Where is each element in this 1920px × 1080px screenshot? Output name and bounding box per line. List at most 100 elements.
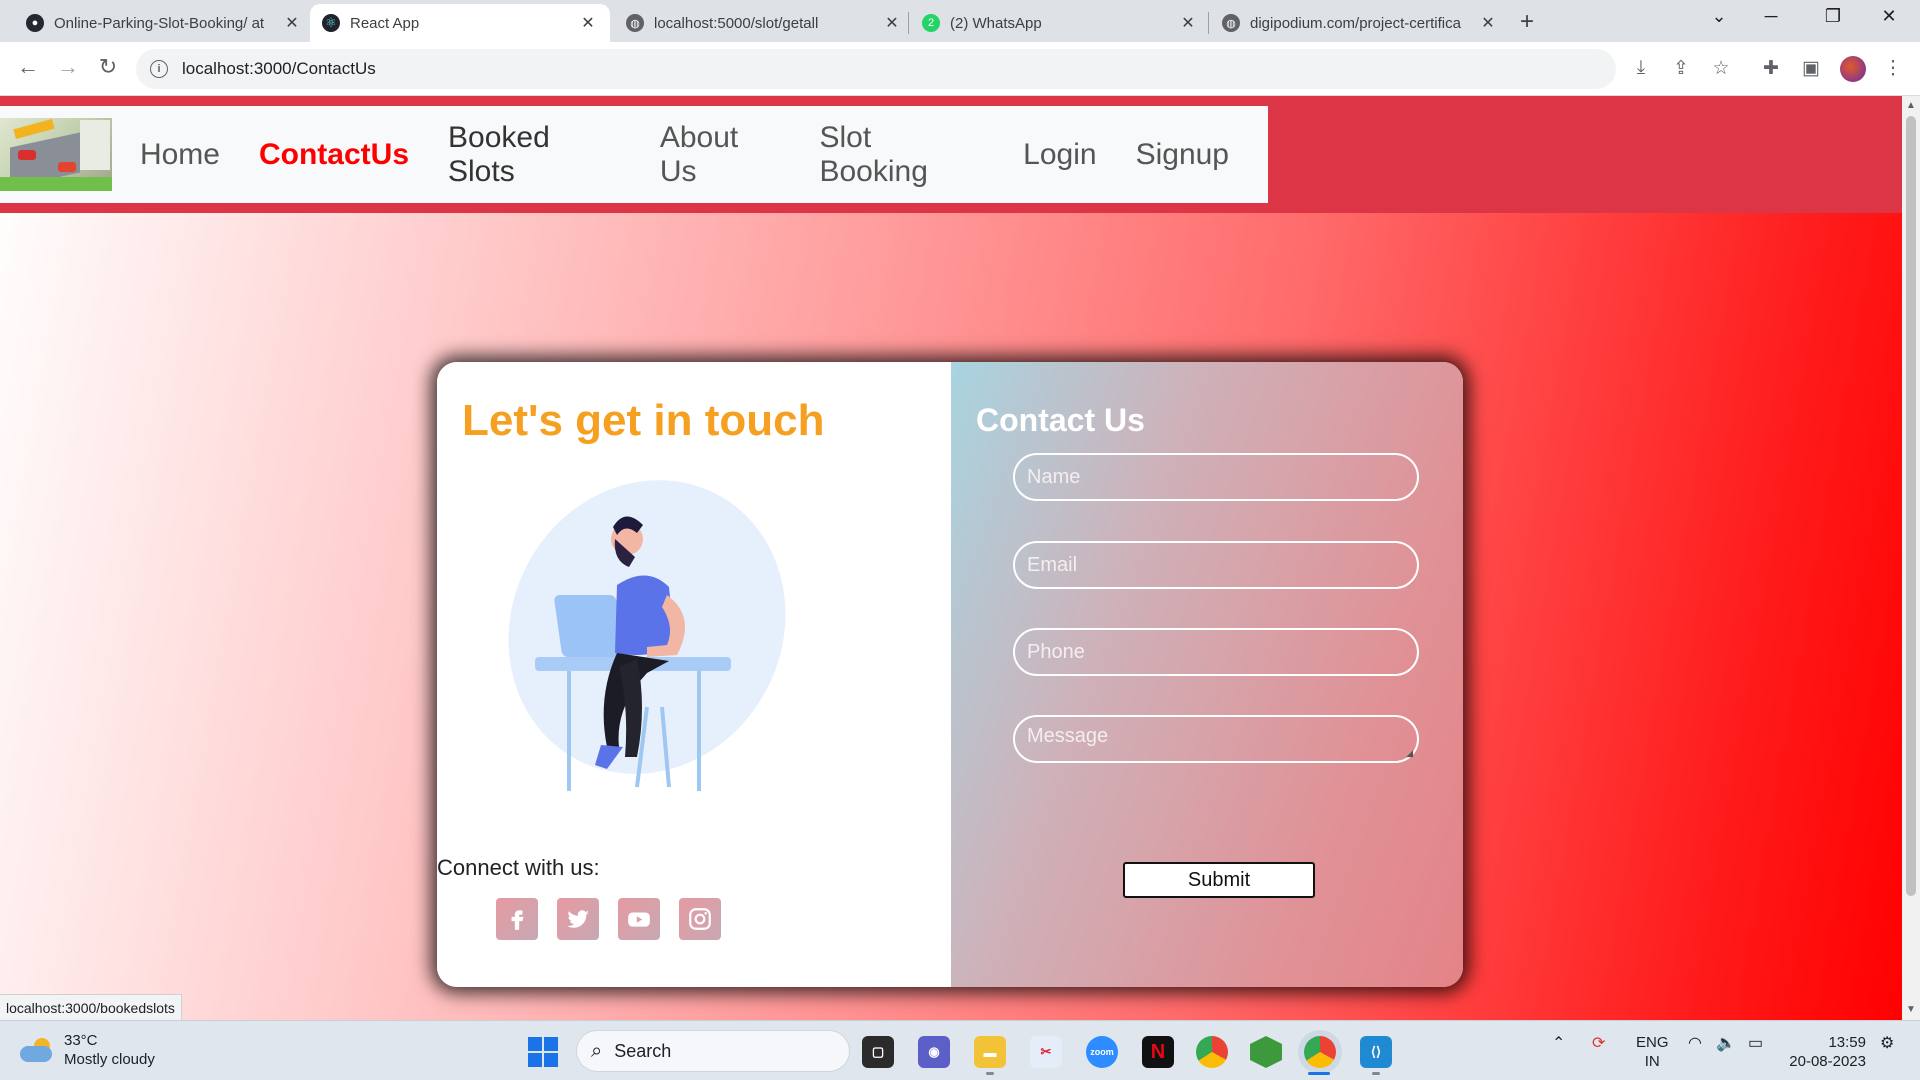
sync-icon[interactable]: ⟳ (1592, 1033, 1605, 1053)
tab-whatsapp[interactable]: 2 (2) WhatsApp ✕ (910, 4, 1210, 42)
wifi-icon[interactable]: ◠ (1688, 1033, 1702, 1053)
scrollbar-thumb[interactable] (1906, 116, 1916, 896)
close-icon[interactable]: ✕ (1178, 13, 1198, 33)
profile-avatar[interactable] (1840, 56, 1866, 82)
install-icon[interactable]: ⤓ (1628, 57, 1654, 79)
weather-widget[interactable]: 33°C Mostly cloudy (20, 1031, 155, 1069)
netflix-icon[interactable]: N (1142, 1036, 1174, 1068)
name-field[interactable]: Name (1013, 453, 1419, 501)
new-tab-button[interactable]: + (1520, 8, 1534, 36)
notification-icon[interactable]: ⚙ (1880, 1033, 1894, 1053)
resize-grip-icon[interactable]: ◢ (1406, 748, 1413, 759)
taskbar-search[interactable]: ⌕ Search (576, 1030, 850, 1072)
tab-react-app[interactable]: ⚛ React App ✕ (310, 4, 610, 42)
scroll-down-icon[interactable]: ▼ (1906, 1004, 1916, 1015)
close-icon[interactable]: ✕ (1478, 13, 1498, 33)
email-field[interactable]: Email (1013, 541, 1419, 589)
running-indicator (1372, 1072, 1380, 1075)
snipping-tool-icon[interactable]: ✂ (1030, 1036, 1062, 1068)
navbar-background: Home ContactUs Booked Slots About Us Slo… (0, 96, 1902, 213)
zoom-icon[interactable]: zoom (1086, 1036, 1118, 1068)
close-icon[interactable]: ✕ (882, 13, 902, 33)
globe-icon: ◍ (1222, 14, 1240, 32)
tab-digipodium[interactable]: ◍ digipodium.com/project-certifica ✕ (1210, 4, 1510, 42)
site-info-icon[interactable]: i (150, 60, 168, 78)
battery-icon[interactable]: ▭ (1748, 1033, 1763, 1053)
file-explorer-icon[interactable]: ▬ (974, 1036, 1006, 1068)
chrome-icon[interactable] (1196, 1036, 1228, 1068)
taskbar: 33°C Mostly cloudy ⌕ Search ▢ ◉ ▬ ✂ zoom… (0, 1020, 1920, 1080)
scroll-up-icon[interactable]: ▲ (1906, 100, 1916, 111)
tab-separator (908, 12, 909, 34)
address-bar[interactable]: i localhost:3000/ContactUs (136, 49, 1616, 89)
menu-kebab-icon[interactable]: ⋮ (1880, 57, 1906, 80)
clock-date: 20-08-2023 (1789, 1053, 1866, 1070)
tab-slot-getall[interactable]: ◍ localhost:5000/slot/getall ✕ (614, 4, 914, 42)
person-at-laptop-illustration (508, 480, 786, 791)
nav-link-signup[interactable]: Signup (1136, 138, 1229, 172)
running-indicator (986, 1072, 994, 1075)
windows-start-icon[interactable] (528, 1037, 558, 1067)
close-icon[interactable]: ✕ (578, 13, 598, 33)
nav-link-login[interactable]: Login (1023, 138, 1096, 172)
contact-card: Let's get in touch Connect with us: Cont… (437, 362, 1463, 987)
youtube-icon[interactable] (618, 898, 660, 940)
tray-chevron-icon[interactable]: ⌃ (1552, 1033, 1565, 1053)
globe-icon: ◍ (626, 14, 644, 32)
phone-field[interactable]: Phone (1013, 628, 1419, 676)
forward-icon[interactable]: → (54, 54, 82, 80)
tab-title: (2) WhatsApp (950, 14, 1042, 32)
bookmark-star-icon[interactable]: ☆ (1708, 57, 1734, 80)
language-indicator[interactable]: ENG IN (1636, 1033, 1669, 1071)
weather-temp: 33°C (64, 1032, 98, 1049)
reload-icon[interactable]: ↻ (94, 54, 122, 80)
weather-desc: Mostly cloudy (64, 1051, 155, 1068)
parking-logo[interactable] (0, 118, 112, 191)
close-icon[interactable]: ✕ (282, 13, 302, 33)
tab-search-chevron-icon[interactable]: ⌄ (1694, 6, 1744, 27)
vscode-icon[interactable]: ⟨⟩ (1360, 1036, 1392, 1068)
contact-headline: Let's get in touch (462, 396, 825, 445)
active-indicator (1308, 1072, 1330, 1075)
phone-placeholder: Phone (1027, 640, 1085, 663)
contact-card-left: Let's get in touch Connect with us: (437, 362, 951, 987)
minimize-button[interactable]: ─ (1746, 6, 1796, 27)
task-view-icon[interactable]: ▢ (862, 1036, 894, 1068)
tab-title: Online-Parking-Slot-Booking/ at (54, 14, 265, 32)
share-icon[interactable]: ⇪ (1668, 57, 1694, 80)
facebook-icon[interactable] (496, 898, 538, 940)
tab-title: localhost:5000/slot/getall (654, 14, 819, 32)
nodejs-icon[interactable] (1250, 1036, 1282, 1068)
instagram-icon[interactable] (679, 898, 721, 940)
back-icon[interactable]: ← (14, 54, 42, 80)
contact-form-panel: Contact Us Name Email Phone Message ◢ Su… (951, 362, 1463, 987)
github-icon: ● (26, 14, 44, 32)
status-url-bubble: localhost:3000/bookedslots (0, 994, 182, 1020)
tab-title: React App (350, 14, 420, 32)
nav-link-contactus[interactable]: ContactUs (259, 138, 409, 172)
nav-link-booked-slots[interactable]: Booked Slots (448, 121, 621, 189)
chrome-active-icon[interactable] (1304, 1036, 1336, 1068)
clock-time: 13:59 (1828, 1034, 1866, 1051)
social-links (496, 898, 740, 940)
nav-link-about-us[interactable]: About Us (660, 121, 781, 189)
submit-button[interactable]: Submit (1123, 862, 1315, 898)
form-title: Contact Us (976, 402, 1145, 438)
side-panel-icon[interactable]: ▣ (1798, 57, 1824, 80)
tab-separator (1208, 12, 1209, 34)
lang-line1: ENG (1636, 1034, 1669, 1051)
tab-github[interactable]: ● Online-Parking-Slot-Booking/ at ✕ (14, 4, 314, 42)
nav-link-home[interactable]: Home (140, 138, 220, 172)
twitter-icon[interactable] (557, 898, 599, 940)
chat-icon[interactable]: ◉ (918, 1036, 950, 1068)
message-placeholder: Message (1027, 725, 1109, 747)
volume-icon[interactable]: 🔈 (1716, 1033, 1736, 1053)
extensions-icon[interactable]: ✚ (1758, 57, 1784, 80)
name-placeholder: Name (1027, 465, 1081, 488)
message-field[interactable]: Message ◢ (1013, 715, 1419, 763)
clock[interactable]: 13:59 20-08-2023 (1786, 1033, 1866, 1071)
window-close-button[interactable]: ✕ (1864, 6, 1914, 27)
restore-button[interactable]: ❐ (1808, 6, 1858, 27)
nav-link-slot-booking[interactable]: Slot Booking (819, 121, 984, 189)
page-scrollbar[interactable]: ▲ ▼ (1902, 96, 1920, 1020)
